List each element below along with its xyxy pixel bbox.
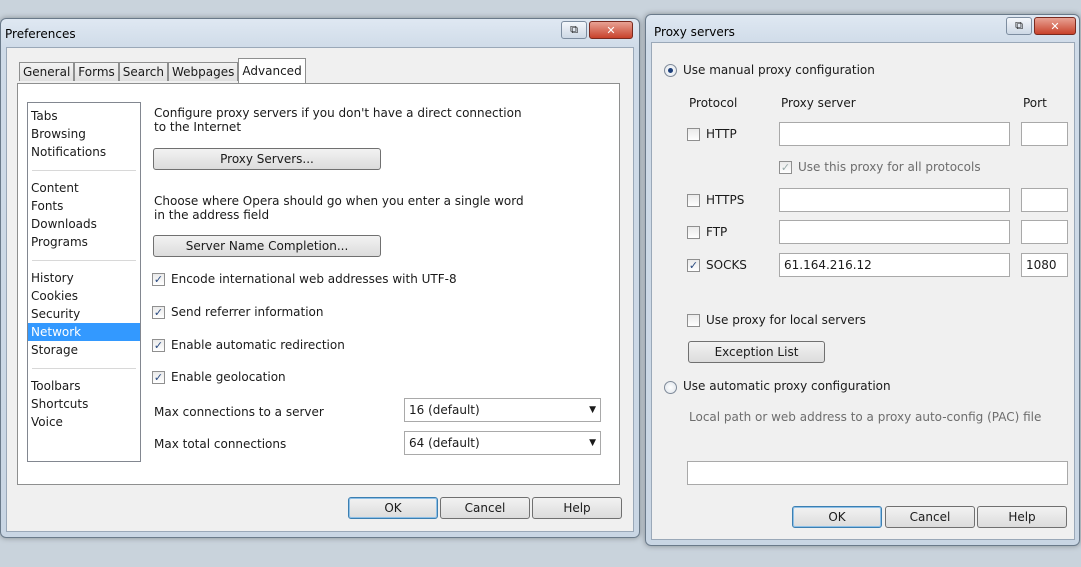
tab-general[interactable]: General	[19, 62, 75, 81]
max-total-value: 64 (default)	[409, 436, 480, 450]
redirection-label: Enable automatic redirection	[171, 338, 345, 352]
category-divider	[32, 359, 136, 369]
tab-forms[interactable]: Forms	[74, 62, 119, 81]
local-servers-label: Use proxy for local servers	[706, 313, 866, 327]
https-server-input[interactable]	[779, 188, 1010, 212]
manual-proxy-label: Use manual proxy configuration	[683, 63, 875, 77]
preferences-help-button[interactable]: Help	[532, 497, 622, 519]
category-divider	[32, 251, 136, 261]
sidebar-item-history[interactable]: History	[28, 269, 140, 287]
maximize-icon[interactable]: ⧉	[1006, 17, 1032, 35]
tab-webpages[interactable]: Webpages	[168, 62, 239, 81]
exception-list-button[interactable]: Exception List	[688, 341, 825, 363]
preferences-titlebar[interactable]: Preferences ⧉ ✕	[1, 19, 639, 47]
sidebar-item-security[interactable]: Security	[28, 305, 140, 323]
geolocation-checkbox[interactable]: ✓	[152, 371, 165, 384]
sidebar-item-notifications[interactable]: Notifications	[28, 143, 140, 161]
max-total-select[interactable]: 64 (default) ▼	[404, 431, 601, 455]
sidebar-item-toolbars[interactable]: Toolbars	[28, 377, 140, 395]
sidebar-item-programs[interactable]: Programs	[28, 233, 140, 251]
ftp-label: FTP	[706, 225, 728, 239]
https-checkbox[interactable]	[687, 194, 700, 207]
max-server-value: 16 (default)	[409, 403, 480, 417]
http-server-input[interactable]	[779, 122, 1010, 146]
close-icon[interactable]: ✕	[589, 21, 633, 39]
ftp-checkbox[interactable]	[687, 226, 700, 239]
maximize-icon[interactable]: ⧉	[561, 21, 587, 39]
proxy-title: Proxy servers	[654, 25, 735, 39]
sidebar-item-fonts[interactable]: Fonts	[28, 197, 140, 215]
ftp-port-input[interactable]	[1021, 220, 1068, 244]
proxy-window: Proxy servers ⧉ ✕ Use manual proxy confi…	[645, 14, 1080, 546]
sidebar-item-voice[interactable]: Voice	[28, 413, 140, 431]
socks-label: SOCKS	[706, 258, 747, 272]
https-port-input[interactable]	[1021, 188, 1068, 212]
sidebar-item-browsing[interactable]: Browsing	[28, 125, 140, 143]
referrer-checkbox[interactable]: ✓	[152, 306, 165, 319]
http-checkbox[interactable]	[687, 128, 700, 141]
utf8-label: Encode international web addresses with …	[171, 272, 457, 286]
max-total-label: Max total connections	[154, 437, 287, 451]
preferences-title: Preferences	[5, 27, 76, 41]
completion-description: Choose where Opera should go when you en…	[154, 194, 524, 222]
pac-input[interactable]	[687, 461, 1068, 485]
socks-port-input[interactable]: 1080	[1021, 253, 1068, 277]
tab-advanced[interactable]: Advanced	[238, 58, 306, 83]
sidebar-item-tabs[interactable]: Tabs	[28, 107, 140, 125]
preferences-ok-button[interactable]: OK	[348, 497, 438, 519]
preferences-window: Preferences ⧉ ✕ General Forms Search Web…	[0, 18, 640, 538]
proxy-help-button[interactable]: Help	[977, 506, 1067, 528]
max-server-select[interactable]: 16 (default) ▼	[404, 398, 601, 422]
http-port-input[interactable]	[1021, 122, 1068, 146]
preferences-tabs: General Forms Search Webpages Advanced	[19, 58, 306, 83]
protocol-header: Protocol	[689, 96, 738, 110]
proxy-titlebar[interactable]: Proxy servers ⧉ ✕	[646, 15, 1079, 43]
proxy-description: Configure proxy servers if you don't hav…	[154, 106, 522, 134]
proxy-servers-button[interactable]: Proxy Servers...	[153, 148, 381, 170]
advanced-panel: Tabs Browsing Notifications Content Font…	[17, 83, 620, 485]
use-all-protocols-label: Use this proxy for all protocols	[798, 160, 981, 174]
sidebar-item-content[interactable]: Content	[28, 179, 140, 197]
sidebar-item-downloads[interactable]: Downloads	[28, 215, 140, 233]
geolocation-label: Enable geolocation	[171, 370, 286, 384]
auto-proxy-radio[interactable]	[664, 381, 677, 394]
socks-server-input[interactable]: 61.164.216.12	[779, 253, 1010, 277]
pac-description: Local path or web address to a proxy aut…	[689, 410, 1042, 424]
manual-proxy-radio[interactable]	[664, 64, 677, 77]
redirection-checkbox[interactable]: ✓	[152, 339, 165, 352]
sidebar-item-shortcuts[interactable]: Shortcuts	[28, 395, 140, 413]
socks-checkbox[interactable]: ✓	[687, 259, 700, 272]
sidebar-item-cookies[interactable]: Cookies	[28, 287, 140, 305]
preferences-cancel-button[interactable]: Cancel	[440, 497, 530, 519]
referrer-label: Send referrer information	[171, 305, 324, 319]
utf8-checkbox[interactable]: ✓	[152, 273, 165, 286]
local-servers-checkbox[interactable]	[687, 314, 700, 327]
proxy-ok-button[interactable]: OK	[792, 506, 882, 528]
ftp-server-input[interactable]	[779, 220, 1010, 244]
chevron-down-icon: ▼	[589, 405, 596, 415]
https-label: HTTPS	[706, 193, 745, 207]
port-header: Port	[1023, 96, 1047, 110]
tab-search[interactable]: Search	[118, 62, 169, 81]
proxy-server-header: Proxy server	[781, 96, 856, 110]
http-label: HTTP	[706, 127, 737, 141]
auto-proxy-label: Use automatic proxy configuration	[683, 379, 891, 393]
chevron-down-icon: ▼	[589, 438, 596, 448]
use-all-protocols-checkbox[interactable]: ✓	[779, 161, 792, 174]
sidebar-item-network[interactable]: Network	[28, 323, 140, 341]
max-server-label: Max connections to a server	[154, 405, 324, 419]
category-divider	[32, 161, 136, 171]
proxy-cancel-button[interactable]: Cancel	[885, 506, 975, 528]
category-list[interactable]: Tabs Browsing Notifications Content Font…	[27, 102, 141, 462]
close-icon[interactable]: ✕	[1034, 17, 1076, 35]
server-name-completion-button[interactable]: Server Name Completion...	[153, 235, 381, 257]
sidebar-item-storage[interactable]: Storage	[28, 341, 140, 359]
